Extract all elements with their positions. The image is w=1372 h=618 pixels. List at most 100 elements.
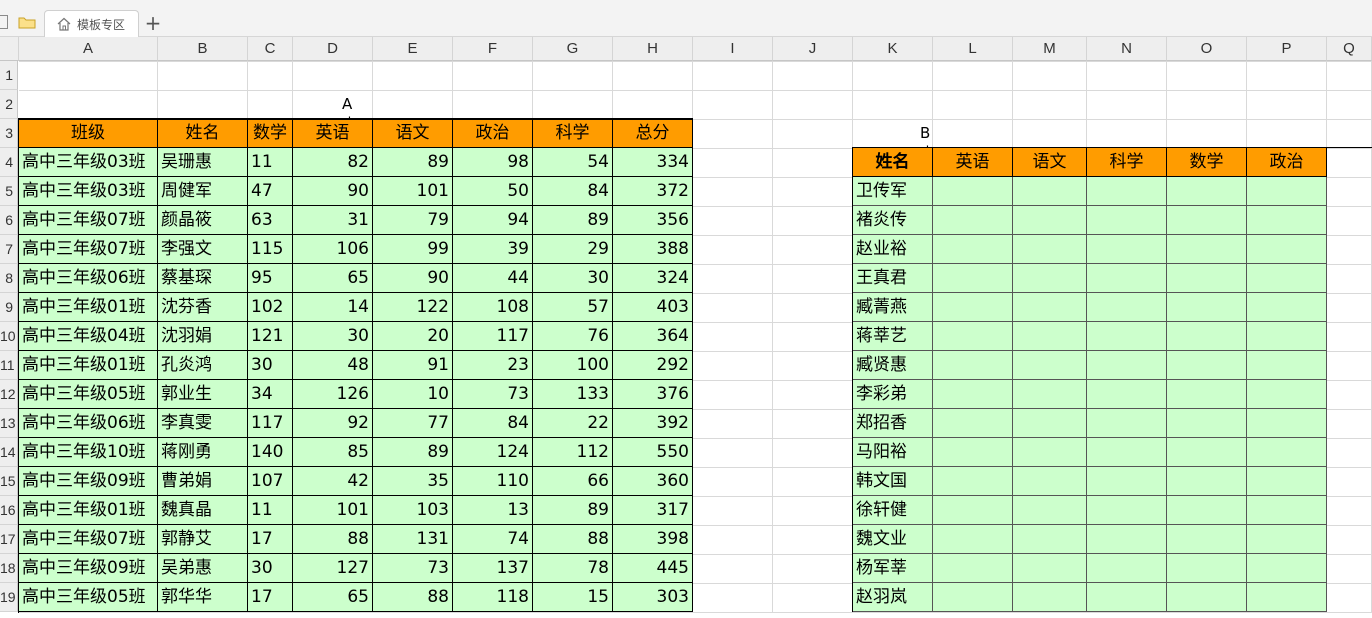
table-a-cell[interactable]: 100 xyxy=(533,351,613,380)
table-b-name-cell[interactable]: 臧贤惠 xyxy=(853,351,933,380)
table-a-cell[interactable]: 82 xyxy=(293,148,373,177)
column-header-k[interactable]: K xyxy=(853,37,933,61)
table-a-cell[interactable]: 63 xyxy=(248,206,293,235)
table-b-name-cell[interactable]: 李彩弟 xyxy=(853,380,933,409)
table-b-empty-cell[interactable] xyxy=(1013,235,1087,264)
column-header-g[interactable]: G xyxy=(533,37,613,61)
table-a-cell[interactable]: 高中三年级04班 xyxy=(19,322,158,351)
table-a-cell[interactable]: 77 xyxy=(373,409,453,438)
column-header-a[interactable]: A xyxy=(19,37,158,61)
row-header-13[interactable]: 13 xyxy=(0,409,18,438)
table-b-empty-cell[interactable] xyxy=(1013,554,1087,583)
table-a-cell[interactable]: 高中三年级06班 xyxy=(19,409,158,438)
row-header-8[interactable]: 8 xyxy=(0,264,18,293)
row-header-14[interactable]: 14 xyxy=(0,438,18,467)
table-b-empty-cell[interactable] xyxy=(1167,525,1247,554)
table-a-cell[interactable]: 周健军 xyxy=(158,177,248,206)
table-a-cell[interactable]: 高中三年级05班 xyxy=(19,583,158,612)
row-header-12[interactable]: 12 xyxy=(0,380,18,409)
table-a-cell[interactable]: 10 xyxy=(373,380,453,409)
table-a-cell[interactable]: 李强文 xyxy=(158,235,248,264)
table-b-empty-cell[interactable] xyxy=(1013,438,1087,467)
table-a-cell[interactable]: 317 xyxy=(613,496,693,525)
table-a-cell[interactable]: 84 xyxy=(453,409,533,438)
table-b-empty-cell[interactable] xyxy=(933,380,1013,409)
table-b-empty-cell[interactable] xyxy=(1013,409,1087,438)
table-b-empty-cell[interactable] xyxy=(1247,351,1327,380)
table-b-empty-cell[interactable] xyxy=(1087,351,1167,380)
row-header-2[interactable]: 2 xyxy=(0,90,18,119)
row-header-17[interactable]: 17 xyxy=(0,525,18,554)
table-a-cell[interactable]: 88 xyxy=(373,583,453,612)
column-header-c[interactable]: C xyxy=(248,37,293,61)
table-a-cell[interactable]: 392 xyxy=(613,409,693,438)
table-b-empty-cell[interactable] xyxy=(933,554,1013,583)
row-header-19[interactable]: 19 xyxy=(0,583,18,612)
table-a-cell[interactable]: 高中三年级09班 xyxy=(19,467,158,496)
table-b-name-cell[interactable]: 褚炎传 xyxy=(853,206,933,235)
table-a-cell[interactable]: 131 xyxy=(373,525,453,554)
table-a-cell[interactable]: 89 xyxy=(533,496,613,525)
table-a-cell[interactable]: 334 xyxy=(613,148,693,177)
table-a-cell[interactable]: 孔炎鸿 xyxy=(158,351,248,380)
table-a-cell[interactable]: 73 xyxy=(453,380,533,409)
table-b-empty-cell[interactable] xyxy=(1013,177,1087,206)
table-b-header-5[interactable]: 政治 xyxy=(1247,148,1327,177)
table-b-name-cell[interactable]: 魏文业 xyxy=(853,525,933,554)
table-b-name-cell[interactable]: 郑招香 xyxy=(853,409,933,438)
table-b-empty-cell[interactable] xyxy=(1167,496,1247,525)
column-header-n[interactable]: N xyxy=(1087,37,1167,61)
table-b-empty-cell[interactable] xyxy=(1247,583,1327,612)
table-a-cell[interactable]: 44 xyxy=(453,264,533,293)
table-a-cell[interactable]: 22 xyxy=(533,409,613,438)
table-a-cell[interactable]: 吴珊惠 xyxy=(158,148,248,177)
table-b-empty-cell[interactable] xyxy=(1167,583,1247,612)
table-b-empty-cell[interactable] xyxy=(1013,293,1087,322)
table-b-empty-cell[interactable] xyxy=(1247,467,1327,496)
column-header-p[interactable]: P xyxy=(1247,37,1327,61)
table-a-cell[interactable]: 127 xyxy=(293,554,373,583)
row-header-15[interactable]: 15 xyxy=(0,467,18,496)
column-header-h[interactable]: H xyxy=(613,37,693,61)
table-b-empty-cell[interactable] xyxy=(1247,206,1327,235)
table-a-cell[interactable]: 106 xyxy=(293,235,373,264)
table-a-cell[interactable]: 14 xyxy=(293,293,373,322)
table-a-cell[interactable]: 98 xyxy=(453,148,533,177)
table-a-cell[interactable]: 118 xyxy=(453,583,533,612)
table-a-cell[interactable]: 高中三年级05班 xyxy=(19,380,158,409)
table-b-empty-cell[interactable] xyxy=(1087,380,1167,409)
table-a-cell[interactable]: 郭业生 xyxy=(158,380,248,409)
table-b-empty-cell[interactable] xyxy=(1167,409,1247,438)
table-a-cell[interactable]: 76 xyxy=(533,322,613,351)
table-a-cell[interactable]: 126 xyxy=(293,380,373,409)
table-a-header-6[interactable]: 科学 xyxy=(533,119,613,148)
row-header-16[interactable]: 16 xyxy=(0,496,18,525)
table-b-empty-cell[interactable] xyxy=(1247,438,1327,467)
table-b-empty-cell[interactable] xyxy=(1013,525,1087,554)
table-b-empty-cell[interactable] xyxy=(1247,177,1327,206)
table-a-cell[interactable]: 沈羽娟 xyxy=(158,322,248,351)
table-a-cell[interactable]: 高中三年级01班 xyxy=(19,351,158,380)
table-a-cell[interactable]: 高中三年级09班 xyxy=(19,554,158,583)
table-a-cell[interactable]: 90 xyxy=(373,264,453,293)
table-b-empty-cell[interactable] xyxy=(1013,583,1087,612)
table-b-empty-cell[interactable] xyxy=(1013,496,1087,525)
table-a-cell[interactable]: 110 xyxy=(453,467,533,496)
table-b-empty-cell[interactable] xyxy=(933,322,1013,351)
table-b-empty-cell[interactable] xyxy=(1167,264,1247,293)
row-header-9[interactable]: 9 xyxy=(0,293,18,322)
table-a-cell[interactable]: 101 xyxy=(373,177,453,206)
table-b-empty-cell[interactable] xyxy=(1087,438,1167,467)
row-header-6[interactable]: 6 xyxy=(0,206,18,235)
column-header-o[interactable]: O xyxy=(1167,37,1247,61)
table-a-cell[interactable]: 92 xyxy=(293,409,373,438)
table-a-cell[interactable]: 89 xyxy=(373,148,453,177)
table-b-name-cell[interactable]: 韩文国 xyxy=(853,467,933,496)
table-a-cell[interactable]: 101 xyxy=(293,496,373,525)
table-b-empty-cell[interactable] xyxy=(1167,467,1247,496)
table-b-empty-cell[interactable] xyxy=(1087,554,1167,583)
row-header-5[interactable]: 5 xyxy=(0,177,18,206)
table-b-empty-cell[interactable] xyxy=(1013,322,1087,351)
table-b-empty-cell[interactable] xyxy=(1013,264,1087,293)
table-a-cell[interactable]: 403 xyxy=(613,293,693,322)
